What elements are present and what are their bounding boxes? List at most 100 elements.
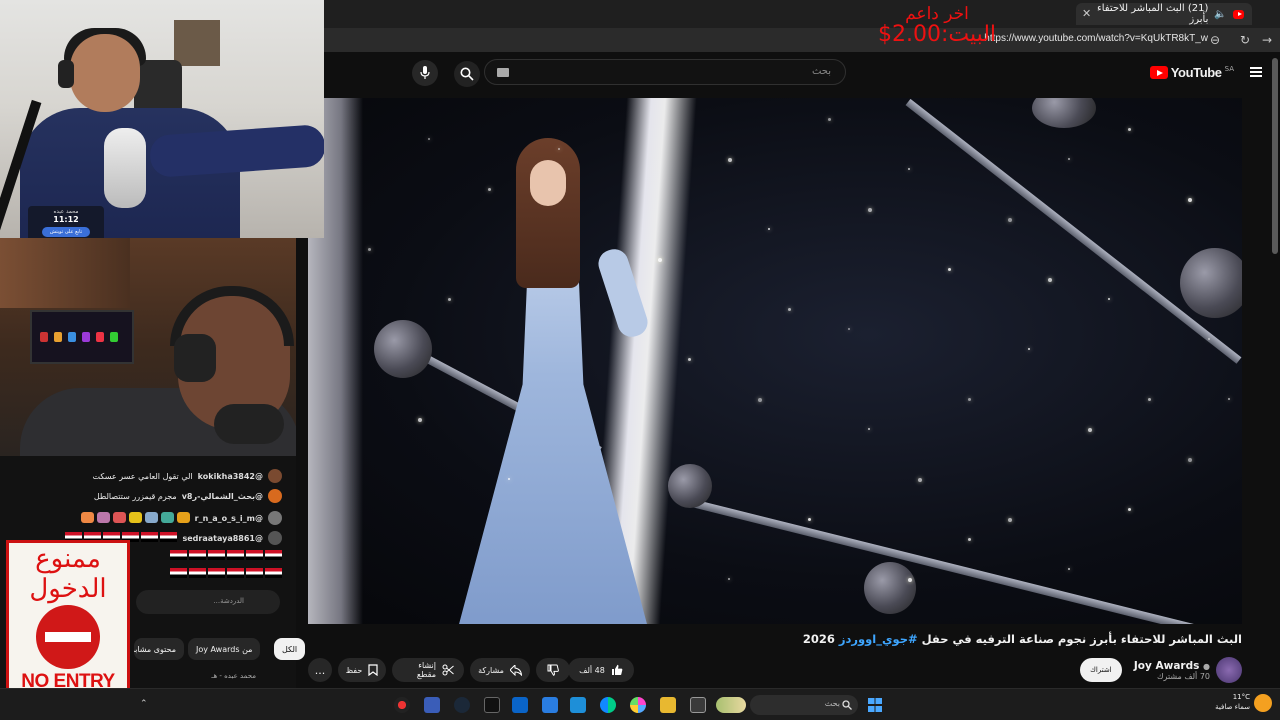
chat-avatar[interactable] <box>268 489 282 503</box>
last-donor-label: اخر داعم <box>905 4 969 24</box>
subscribe-button[interactable]: اشتراك <box>1079 658 1122 682</box>
browser-tab-bar: + 🔈 (21) البث المباشر للاحتفاء بأبرز ✕ <box>324 0 1280 28</box>
chat-input[interactable]: الدردشة... <box>136 590 280 614</box>
bookmark-icon <box>368 664 378 676</box>
app-icon[interactable] <box>690 697 706 713</box>
windows-taskbar: ⌃ بحث <box>0 688 1280 720</box>
chat-message <box>168 548 282 564</box>
store-icon[interactable] <box>542 697 558 713</box>
sparkle-dot <box>868 208 872 212</box>
reload-icon[interactable]: ↻ <box>1240 33 1250 47</box>
tab-sound-icon[interactable]: 🔈 <box>1214 9 1226 20</box>
last-donor-overlay: اخر داعم البيت:2.00$ <box>872 4 1002 47</box>
channel-info: ● Joy Awards 70 ألف مشترك <box>1134 660 1210 681</box>
no-entry-icon <box>36 605 100 669</box>
share-button[interactable]: مشاركة <box>470 658 530 682</box>
sparkle-dot <box>368 248 371 251</box>
dislike-button[interactable] <box>536 658 570 682</box>
youtube-favicon-icon <box>1232 9 1244 19</box>
sparkle-dot <box>1228 398 1230 400</box>
follow-tag: تابع على تويتش <box>42 227 90 237</box>
chat-text: الي تقول العامي عسر عسكت <box>92 471 193 481</box>
like-dislike-group[interactable]: 48 ألف <box>568 658 634 682</box>
last-donor-amount: البيت:2.00$ <box>877 22 997 47</box>
sparkle-dot <box>868 428 870 430</box>
chat-message: @بحث_الشمالي-رv8 مجرم قيمزرر ستتصالطل <box>94 488 282 504</box>
video-title-suffix: 2026 <box>802 632 839 646</box>
video-player[interactable] <box>308 98 1242 624</box>
tab-close-icon[interactable]: ✕ <box>1082 7 1091 20</box>
chat-avatar[interactable] <box>268 531 282 545</box>
sparkle-dot <box>508 478 510 480</box>
sparkle-dot <box>688 358 691 361</box>
sparkle-dot <box>1068 158 1070 160</box>
app-icon[interactable] <box>394 697 410 713</box>
chat-avatar[interactable] <box>268 469 282 483</box>
outlook-icon[interactable] <box>512 697 528 713</box>
edge-icon[interactable] <box>600 697 616 713</box>
chat-avatar[interactable] <box>268 511 282 525</box>
stage-rod <box>687 498 1233 624</box>
microphone-icon <box>420 66 430 79</box>
youtube-logo[interactable]: YouTube SA <box>1149 65 1234 80</box>
voice-search-button[interactable] <box>412 60 438 86</box>
chip-all[interactable]: الكل <box>274 638 306 660</box>
sparkle-dot <box>1188 458 1192 462</box>
file-explorer-icon[interactable] <box>660 697 676 713</box>
sparkle-dot <box>1208 338 1210 340</box>
copilot-icon[interactable] <box>630 697 646 713</box>
chat-username[interactable]: @sedraataya8861 <box>182 534 263 543</box>
stream-clock: 11:12 <box>53 215 79 224</box>
windows-start-icon[interactable] <box>868 698 882 712</box>
search-button[interactable] <box>454 61 480 87</box>
chat-username[interactable]: @r_n_a_o_s_i_m <box>195 514 263 523</box>
chip-from-channel[interactable]: من Joy Awards <box>188 638 261 660</box>
capcut-icon[interactable] <box>484 697 500 713</box>
video-title: البث المباشر للاحتفاء بأبرز نجوم صناعة ا… <box>803 632 1242 646</box>
browser-tab[interactable]: 🔈 (21) البث المباشر للاحتفاء بأبرز ✕ <box>1076 3 1252 25</box>
sparkle-dot <box>1048 278 1052 282</box>
verified-icon: ● <box>1203 661 1210 671</box>
singer-face <box>530 160 566 206</box>
recommended-video-title[interactable]: محمد عبده - هـ <box>136 672 296 688</box>
channel-name[interactable]: ● Joy Awards <box>1134 660 1210 672</box>
video-hashtag[interactable]: #جوي_اووردز <box>839 632 918 646</box>
tray-chevron-icon[interactable]: ⌃ <box>140 699 148 709</box>
keyboard-icon[interactable] <box>497 68 509 77</box>
search-input[interactable]: بحث <box>484 59 846 85</box>
chat-username[interactable]: @kokikha3842 <box>198 472 263 481</box>
site-info-icon[interactable]: ⊖ <box>1210 33 1220 47</box>
clip-label: إنشاء مقطع <box>416 661 436 679</box>
page-scrollbar[interactable] <box>1272 58 1278 254</box>
taskbar-search-icon <box>842 700 852 710</box>
address-bar[interactable]: https://www.youtube.com/watch?v=KqUkTR8k… <box>324 28 1280 52</box>
save-button[interactable]: حفظ <box>338 658 386 682</box>
mail-icon[interactable] <box>570 697 586 713</box>
sparkle-dot <box>658 258 662 262</box>
more-actions-button[interactable]: ... <box>308 658 332 682</box>
stage-orb <box>1180 248 1242 318</box>
sparkle-dot <box>788 308 791 311</box>
sparkle-dot <box>728 158 732 162</box>
url-text[interactable]: https://www.youtube.com/watch?v=KqUkTR8k… <box>984 33 1208 44</box>
sparkle-dot <box>558 148 560 150</box>
back-arrow-icon[interactable]: → <box>1262 33 1272 47</box>
widgets-icon[interactable] <box>716 697 746 713</box>
steam-icon[interactable] <box>454 697 470 713</box>
save-label: حفظ <box>345 665 363 675</box>
channel-avatar[interactable] <box>1216 657 1242 683</box>
menu-icon[interactable] <box>1250 67 1262 77</box>
weather-widget[interactable]: 11°C سماء صافية <box>1200 692 1250 712</box>
discord-icon[interactable] <box>424 697 440 713</box>
like-count: 48 ألف <box>579 665 605 675</box>
chip-similar[interactable]: محتوى مشابه <box>134 638 184 660</box>
sparkle-dot <box>1188 198 1192 202</box>
scissors-icon <box>442 664 454 676</box>
youtube-wordmark: YouTube <box>1170 65 1222 80</box>
clip-button[interactable]: إنشاء مقطع <box>392 658 464 682</box>
chat-username[interactable]: @بحث_الشمالي-رv8 <box>182 492 263 501</box>
webcam-streamer-one <box>0 0 324 238</box>
webcam-streamer-two <box>0 238 296 456</box>
channel-name-text[interactable]: Joy Awards <box>1134 660 1199 672</box>
chat-text: مجرم قيمزرر ستتصالطل <box>93 491 177 501</box>
